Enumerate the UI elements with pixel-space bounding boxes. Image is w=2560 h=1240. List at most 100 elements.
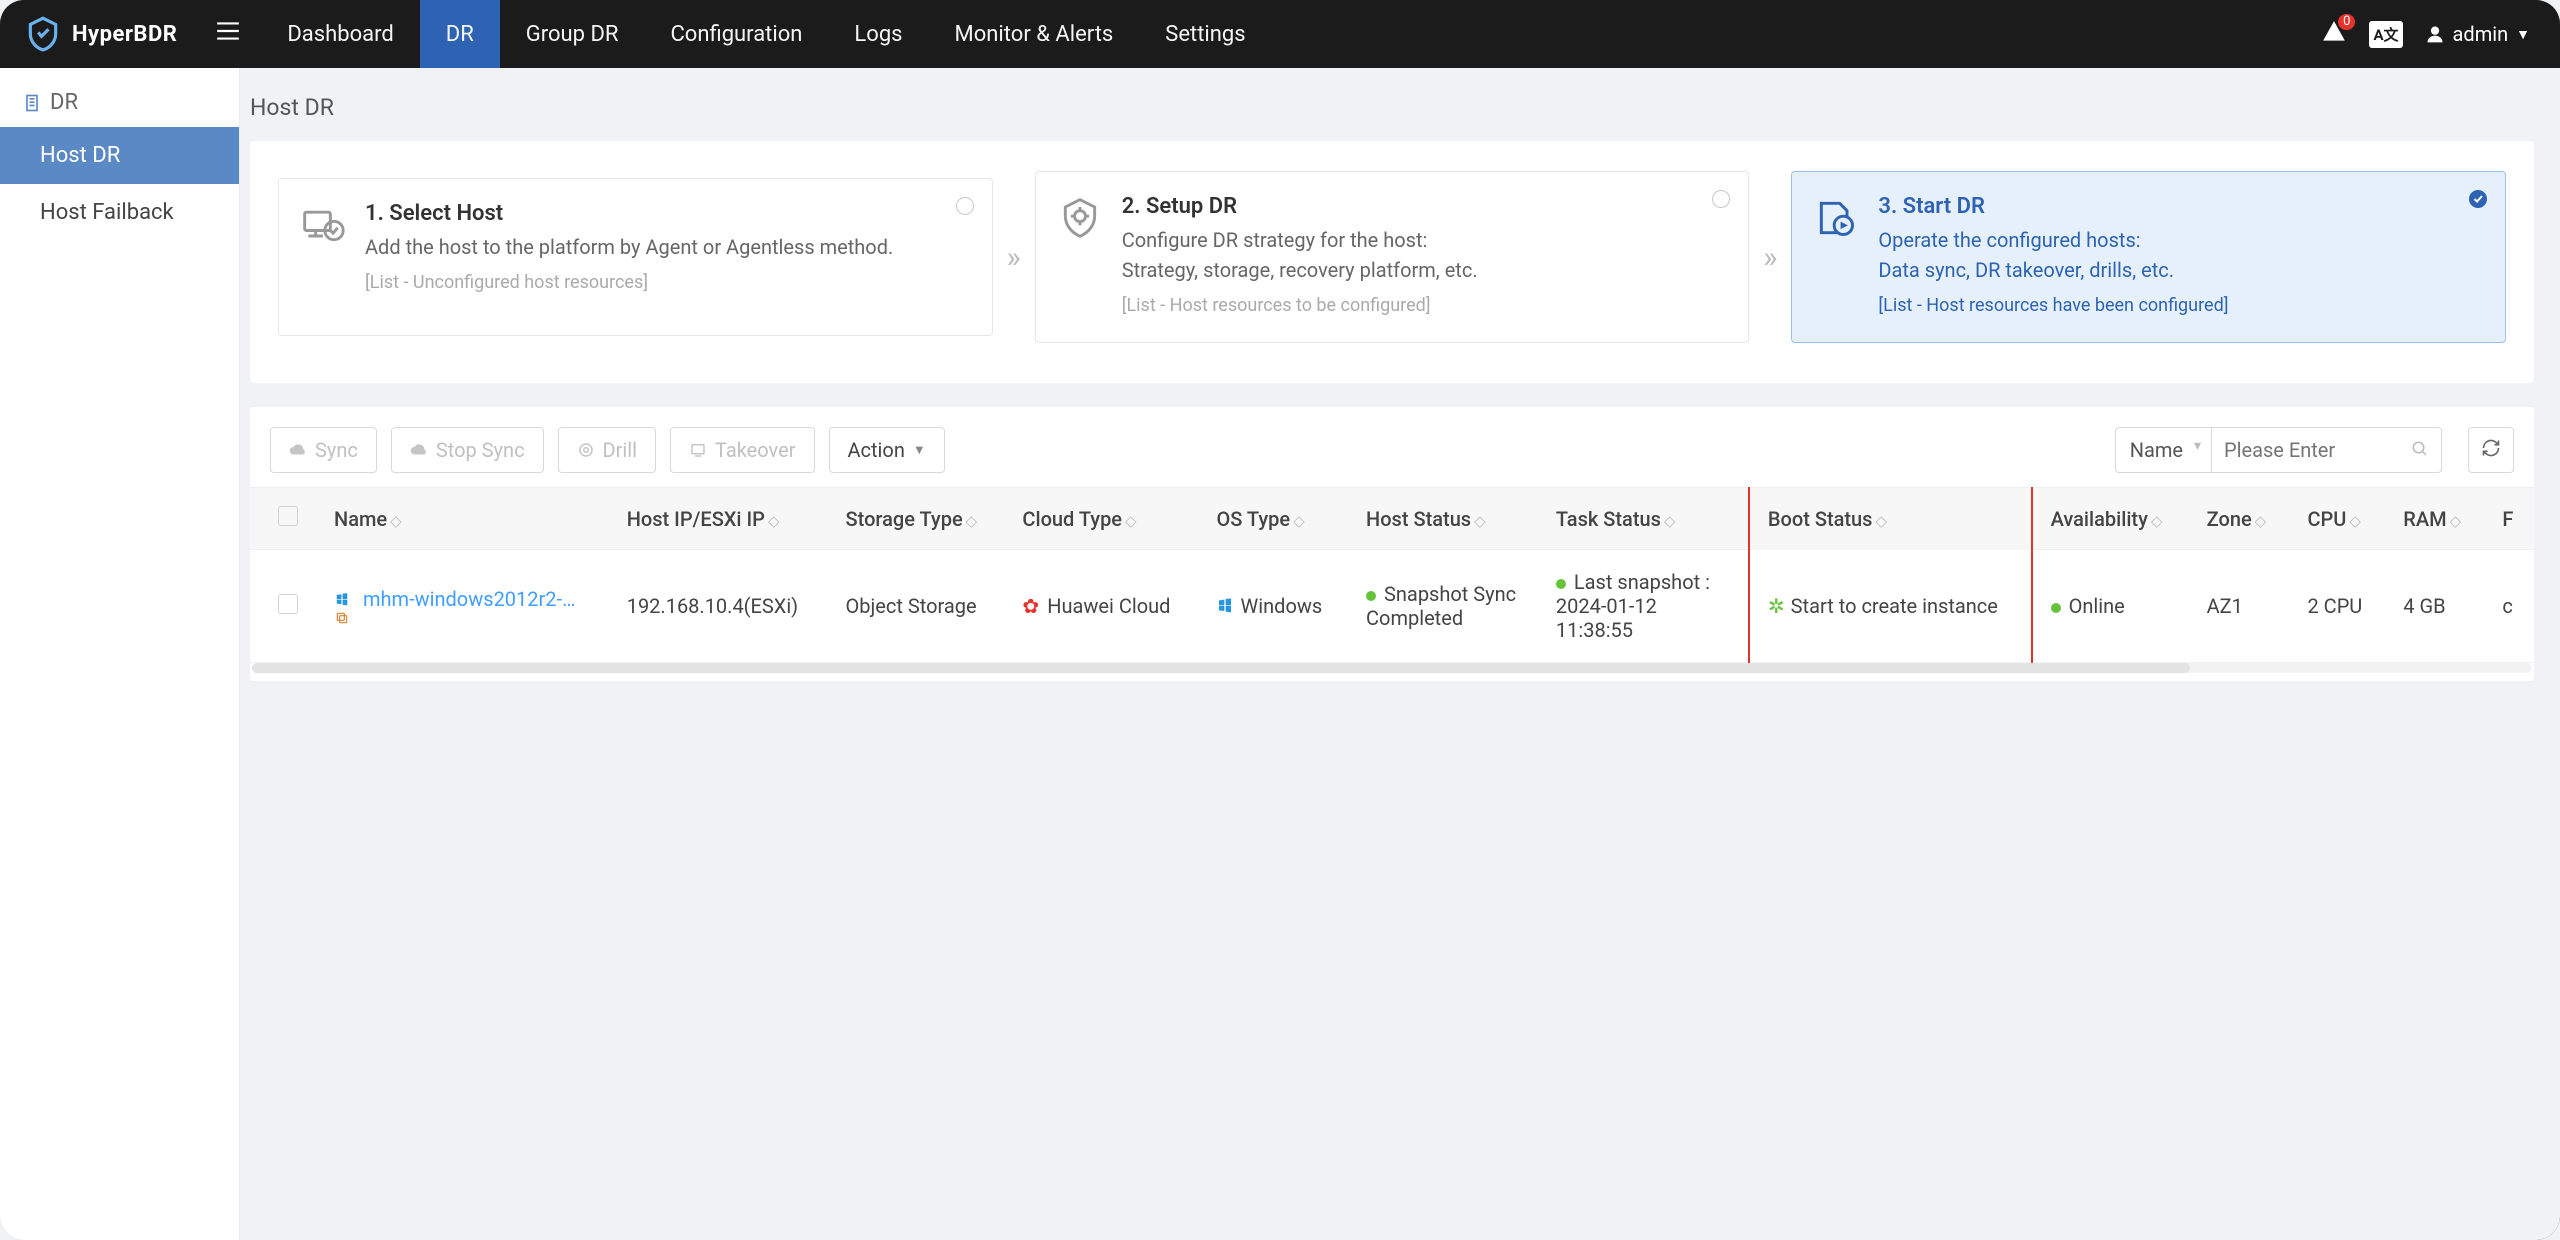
reload-button[interactable] xyxy=(2468,427,2514,473)
cell-ram: 4 GB xyxy=(2385,550,2484,663)
stop-cloud-icon xyxy=(410,441,428,459)
table-row[interactable]: mhm-windows2012r2-… 192.168.10.4(ESXi) O… xyxy=(250,550,2534,663)
content: Host DR 1. Select Host Add the host to t… xyxy=(240,68,2560,1240)
sidebar-item-host-failback[interactable]: Host Failback xyxy=(0,184,239,241)
sidebar-title: DR xyxy=(0,68,239,127)
cell-zone: AZ1 xyxy=(2189,550,2290,663)
windows-icon xyxy=(1217,594,1233,618)
sidebar: DR Host DR Host Failback xyxy=(0,68,240,1240)
host-icon xyxy=(301,203,345,251)
col-zone[interactable]: Zone◇ xyxy=(2189,488,2290,550)
cell-task-status: Last snapshot : 2024-01-12 11:38:55 xyxy=(1538,550,1749,663)
hamburger-icon[interactable] xyxy=(195,20,261,48)
col-task-status[interactable]: Task Status◇ xyxy=(1538,488,1749,550)
col-storage-type[interactable]: Storage Type◇ xyxy=(828,488,1005,550)
col-os-type[interactable]: OS Type◇ xyxy=(1199,488,1348,550)
step-desc: Configure DR strategy for the host: Stra… xyxy=(1122,225,1723,285)
action-dropdown[interactable]: Action ▼ xyxy=(829,427,945,473)
filter-field-select[interactable]: Name xyxy=(2115,427,2212,473)
nav-settings[interactable]: Settings xyxy=(1139,0,1271,68)
main-nav: Dashboard DR Group DR Configuration Logs… xyxy=(261,0,1271,68)
stop-sync-button[interactable]: Stop Sync xyxy=(391,427,544,473)
col-ram[interactable]: RAM◇ xyxy=(2385,488,2484,550)
brand: HyperBDR xyxy=(0,15,195,53)
cell-cpu: 2 CPU xyxy=(2289,550,2385,663)
huawei-icon: ✿ xyxy=(1022,594,1039,618)
nav-dashboard[interactable]: Dashboard xyxy=(261,0,419,68)
step-title: 2. Setup DR xyxy=(1122,194,1723,219)
language-toggle[interactable]: A文 xyxy=(2369,21,2402,48)
takeover-button[interactable]: Takeover xyxy=(670,427,814,473)
steps-card: 1. Select Host Add the host to the platf… xyxy=(250,141,2534,383)
shield-icon xyxy=(24,15,62,53)
cell-storage-type: Object Storage xyxy=(828,550,1005,663)
search-input[interactable] xyxy=(2224,438,2403,462)
cloud-icon xyxy=(289,441,307,459)
play-box-icon xyxy=(1814,196,1858,244)
sync-button[interactable]: Sync xyxy=(270,427,377,473)
host-name-link[interactable]: mhm-windows2012r2-… xyxy=(363,587,575,611)
alerts-icon[interactable]: 0 xyxy=(2321,19,2347,50)
cell-availability: Online xyxy=(2032,550,2189,663)
status-dot-icon xyxy=(1556,579,1566,589)
chevron-down-icon: ▼ xyxy=(2516,26,2530,43)
nav-group-dr[interactable]: Group DR xyxy=(500,0,645,68)
cell-host-status: Snapshot Sync Completed xyxy=(1348,550,1538,663)
col-boot-status[interactable]: Boot Status◇ xyxy=(1749,488,2032,550)
table-scroll[interactable]: Name◇ Host IP/ESXi IP◇ Storage Type◇ Clo… xyxy=(250,487,2534,663)
loading-icon: ✲ xyxy=(1768,594,1785,618)
step-status-icon xyxy=(2469,190,2487,208)
step-list: [List - Host resources have been configu… xyxy=(1878,295,2479,316)
scroll-thumb[interactable] xyxy=(252,663,2190,673)
takeover-icon xyxy=(689,441,707,459)
gear-box-icon xyxy=(1058,196,1102,244)
step-list: [List - Host resources to be configured] xyxy=(1122,295,1723,316)
search-icon[interactable] xyxy=(2411,439,2429,463)
copy-icon xyxy=(334,610,350,626)
step-status-icon xyxy=(1712,190,1730,208)
step-status-icon xyxy=(956,197,974,215)
building-icon xyxy=(22,93,42,113)
col-flavor[interactable]: F xyxy=(2484,488,2534,550)
user-icon xyxy=(2425,24,2445,44)
alert-badge: 0 xyxy=(2338,14,2355,30)
nav-logs[interactable]: Logs xyxy=(828,0,928,68)
select-all-checkbox[interactable] xyxy=(278,506,298,526)
step-setup-dr[interactable]: 2. Setup DR Configure DR strategy for th… xyxy=(1035,171,1750,343)
col-name[interactable]: Name◇ xyxy=(316,488,609,550)
nav-configuration[interactable]: Configuration xyxy=(644,0,828,68)
col-availability[interactable]: Availability◇ xyxy=(2032,488,2189,550)
sidebar-item-host-dr[interactable]: Host DR xyxy=(0,127,239,184)
brand-text: HyperBDR xyxy=(72,22,177,47)
nav-monitor-alerts[interactable]: Monitor & Alerts xyxy=(929,0,1140,68)
arrow-icon: » xyxy=(1001,240,1027,275)
status-dot-icon xyxy=(2051,603,2061,613)
cell-os-type: Windows xyxy=(1199,550,1348,663)
user-name: admin xyxy=(2453,22,2509,46)
step-start-dr[interactable]: 3. Start DR Operate the configured hosts… xyxy=(1791,171,2506,343)
table-card: Sync Stop Sync Drill Takeover xyxy=(250,407,2534,681)
cell-cloud-type: ✿Huawei Cloud xyxy=(1004,550,1198,663)
cell-flavor: c xyxy=(2484,550,2534,663)
os-badges xyxy=(334,591,350,626)
status-dot-icon xyxy=(1366,591,1376,601)
step-desc: Add the host to the platform by Agent or… xyxy=(365,232,966,262)
cell-boot-status: ✲Start to create instance xyxy=(1749,550,2032,663)
step-select-host[interactable]: 1. Select Host Add the host to the platf… xyxy=(278,178,993,336)
host-table: Name◇ Host IP/ESXi IP◇ Storage Type◇ Clo… xyxy=(250,487,2534,663)
search-input-wrap xyxy=(2212,427,2442,473)
col-cloud-type[interactable]: Cloud Type◇ xyxy=(1004,488,1198,550)
row-checkbox[interactable] xyxy=(278,594,298,614)
arrow-icon: » xyxy=(1757,240,1783,275)
cell-host-ip: 192.168.10.4(ESXi) xyxy=(609,550,828,663)
col-host-ip[interactable]: Host IP/ESXi IP◇ xyxy=(609,488,828,550)
horizontal-scrollbar[interactable] xyxy=(252,663,2532,673)
drill-button[interactable]: Drill xyxy=(558,427,657,473)
nav-dr[interactable]: DR xyxy=(420,0,500,68)
reload-icon xyxy=(2481,438,2501,458)
col-cpu[interactable]: CPU◇ xyxy=(2289,488,2385,550)
step-desc: Operate the configured hosts: Data sync,… xyxy=(1878,225,2479,285)
col-host-status[interactable]: Host Status◇ xyxy=(1348,488,1538,550)
user-menu[interactable]: admin ▼ xyxy=(2425,22,2530,46)
top-right: 0 A文 admin ▼ xyxy=(2321,19,2560,50)
